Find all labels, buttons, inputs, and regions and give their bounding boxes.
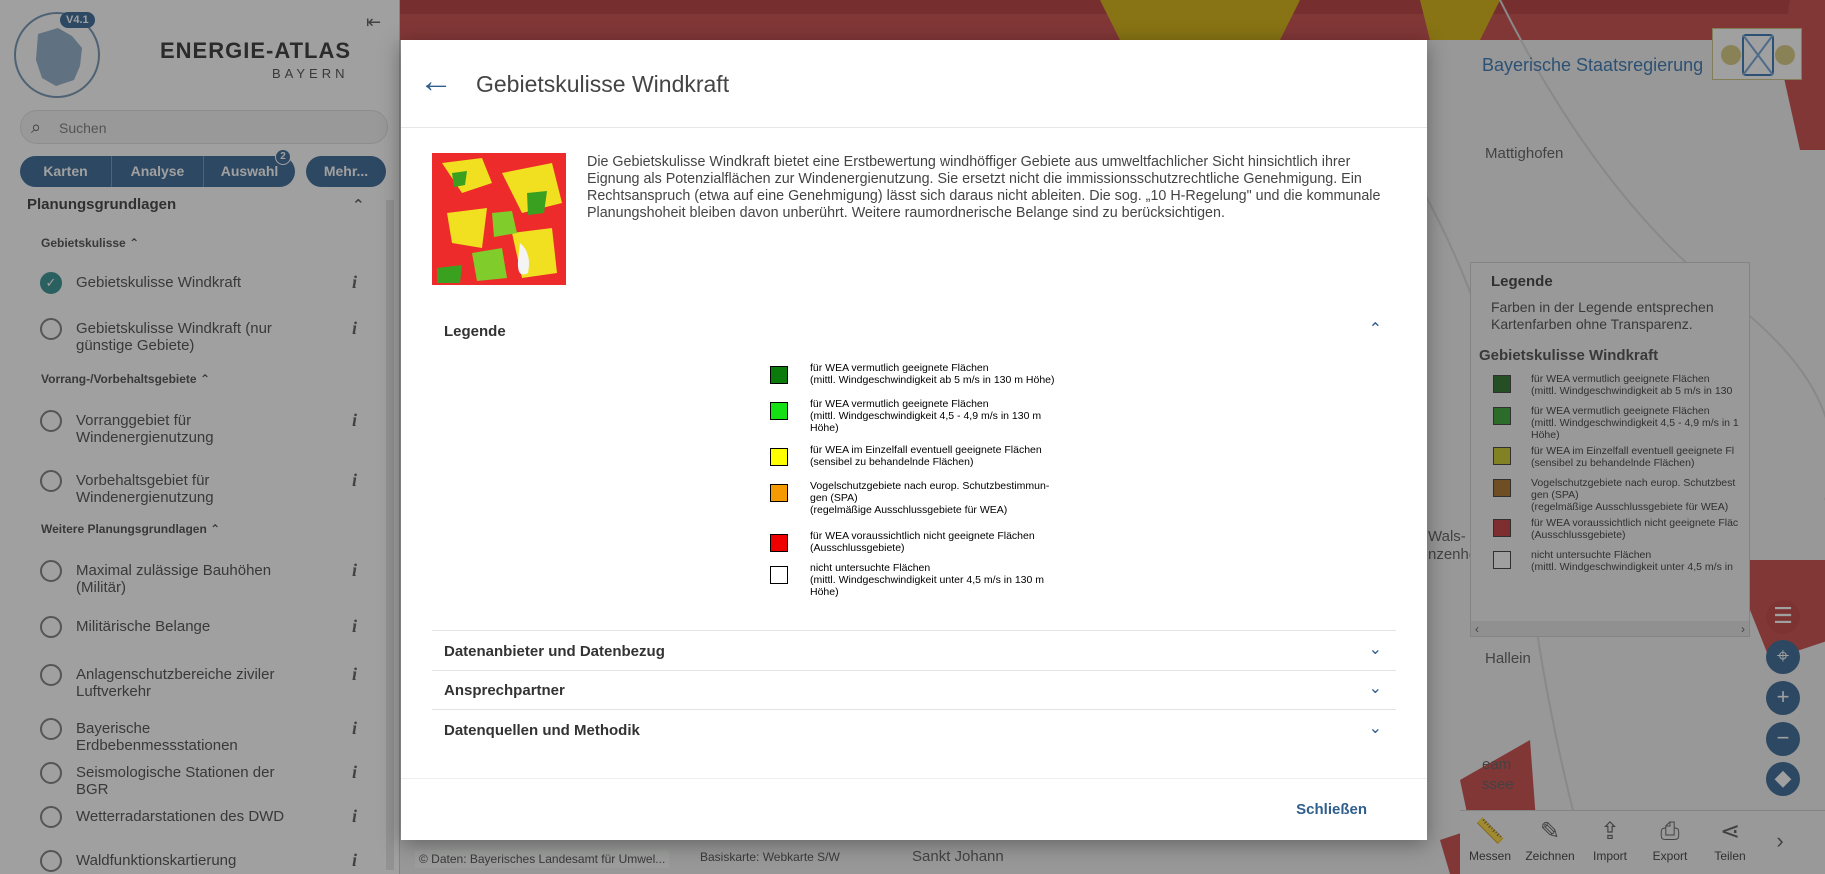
legend-text-line: für WEA vermutlich geeignete Flächen — [810, 398, 989, 410]
back-arrow-icon[interactable]: ← — [419, 64, 453, 98]
legend-item: für WEA voraussichtlich nicht geeignete … — [770, 530, 1080, 566]
legend-image: für WEA vermutlich geeignete Flächen (mit… — [758, 358, 1078, 608]
legend-text-line: für WEA im Einzelfall eventuell geeignet… — [810, 444, 1042, 456]
close-button[interactable]: Schließen — [1296, 801, 1367, 818]
legend-text-line: (mittl. Windgeschwindigkeit ab 5 m/s in … — [810, 374, 1055, 386]
legend-text-line: für WEA voraussichtlich nicht geeignete … — [810, 530, 1035, 542]
legend-text-line: nicht untersuchte Flächen — [810, 562, 931, 574]
legend-text-line: (sensibel zu behandelnde Flächen) — [810, 456, 974, 468]
chevron-down-icon: ⌄ — [1368, 720, 1382, 737]
legend-item: für WEA im Einzelfall eventuell geeignet… — [770, 444, 1080, 480]
legend-swatch — [770, 484, 788, 502]
dialog-header: ← Gebietskulisse Windkraft — [401, 40, 1427, 128]
legend-text-line: für WEA vermutlich geeignete Flächen — [810, 362, 989, 374]
chevron-up-icon: ⌃ — [1368, 321, 1382, 338]
legend-item: für WEA vermutlich geeignete Flächen (mit… — [770, 362, 1080, 398]
accordion-datenanbieter[interactable]: Datenanbieter und Datenbezug ⌄ — [432, 630, 1396, 671]
layer-thumbnail — [432, 153, 566, 285]
legend-text-line: (Ausschlussgebiete) — [810, 542, 905, 554]
legend-text-line: Höhe) — [810, 422, 839, 434]
layer-info-dialog: ← Gebietskulisse Windkraft Die Gebietsku… — [401, 40, 1427, 840]
legend-text: für WEA im Einzelfall eventuell geeignet… — [810, 444, 1080, 468]
accordion-title: Ansprechpartner — [444, 682, 565, 699]
accordion-header[interactable]: Datenanbieter und Datenbezug ⌄ — [432, 631, 1396, 671]
layer-description: Die Gebietskulisse Windkraft bietet eine… — [587, 154, 1381, 221]
legend-item: für WEA vermutlich geeignete Flächen (mit… — [770, 398, 1080, 434]
legend-text: nicht untersuchte Flächen (mittl. Windges… — [810, 562, 1080, 598]
legend-text-line: (regelmäßige Ausschlussgebiete für WEA) — [810, 504, 1008, 516]
legend-swatch — [770, 402, 788, 420]
legend-item: nicht untersuchte Flächen (mittl. Windges… — [770, 562, 1080, 598]
accordion-title: Datenquellen und Methodik — [444, 722, 640, 739]
legend-text-line: gen (SPA) — [810, 492, 858, 504]
legend-text: Vogelschutzgebiete nach europ. Schutzbes… — [810, 480, 1080, 516]
dialog-footer-divider — [401, 778, 1427, 779]
legend-text: für WEA vermutlich geeignete Flächen (mit… — [810, 398, 1080, 434]
dialog-title: Gebietskulisse Windkraft — [476, 71, 730, 97]
legend-text-line: Vogelschutzgebiete nach europ. Schutzbes… — [810, 480, 1050, 492]
accordion-header[interactable]: Ansprechpartner ⌄ — [432, 670, 1396, 710]
accordion-header[interactable]: Datenquellen und Methodik ⌄ — [432, 710, 1396, 750]
legend-swatch — [770, 534, 788, 552]
accordion-title: Datenanbieter und Datenbezug — [444, 643, 665, 660]
chevron-down-icon: ⌄ — [1368, 641, 1382, 658]
legend-swatch — [770, 448, 788, 466]
legend-swatch — [770, 366, 788, 384]
legend-text: für WEA vermutlich geeignete Flächen (mit… — [810, 362, 1080, 386]
accordion-header[interactable]: Legende ⌃ — [432, 311, 1396, 351]
legend-item: Vogelschutzgebiete nach europ. Schutzbes… — [770, 480, 1080, 516]
chevron-down-icon: ⌄ — [1368, 680, 1382, 697]
legend-text-line: (mittl. Windgeschwindigkeit 4,5 - 4,9 m/… — [810, 410, 1042, 422]
legend-text-line: (mittl. Windgeschwindigkeit unter 4,5 m/… — [810, 574, 1045, 586]
accordion-title: Legende — [444, 323, 506, 340]
legend-swatch — [770, 566, 788, 584]
legend-text: für WEA voraussichtlich nicht geeignete … — [810, 530, 1080, 554]
legend-text-line: Höhe) — [810, 586, 839, 598]
